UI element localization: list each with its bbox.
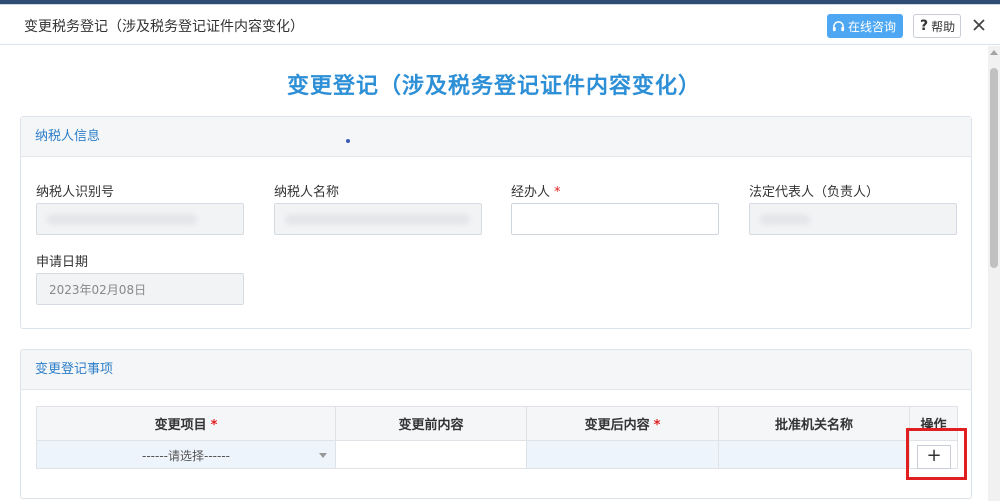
close-icon[interactable] — [968, 14, 990, 36]
change-items-heading: 变更登记事项 — [21, 350, 971, 390]
before-content-input[interactable] — [335, 440, 527, 469]
masked-value — [760, 214, 810, 225]
scroll-up-icon[interactable] — [990, 50, 998, 55]
change-item-select-value: ------请选择------ — [142, 449, 230, 463]
table-row: ------请选择------ + — [36, 440, 958, 469]
application-date-field: 2023年02月08日 — [36, 273, 244, 305]
change-item-select[interactable]: ------请选择------ — [36, 440, 336, 469]
required-mark: * — [653, 418, 661, 433]
dialog-title: 变更税务登记（涉及税务登记证件内容变化） — [24, 19, 304, 35]
help-button[interactable]: ? 帮助 — [913, 14, 961, 38]
highlight-box — [906, 428, 967, 480]
change-items-table: 变更项目 * 变更前内容 变更后内容 * 批准机关名称 操作 ------请选择--… — [36, 406, 958, 469]
application-date-label: 申请日期 — [36, 255, 89, 270]
col-before-content-label: 变更前内容 — [398, 418, 464, 433]
help-label: 帮助 — [931, 19, 956, 34]
after-content-input[interactable] — [526, 440, 719, 469]
legal-representative-label: 法定代表人（负责人） — [749, 185, 880, 200]
taxpayer-id-field — [36, 203, 244, 235]
taxpayer-name-label: 纳税人名称 — [274, 185, 340, 200]
page-title: 变更登记（涉及税务登记证件内容变化） — [286, 74, 701, 99]
change-registration-dialog: 变更税务登记（涉及税务登记证件内容变化） 在线咨询 ? 帮助 变更登记（涉及税务… — [0, 4, 1000, 501]
col-approval-authority: 批准机关名称 — [718, 406, 910, 441]
dialog-titlebar: 变更税务登记（涉及税务登记证件内容变化） 在线咨询 ? 帮助 — [0, 5, 1000, 45]
masked-value — [47, 214, 197, 225]
taxpayer-info-panel: 纳税人信息 纳税人识别号 纳税人名称 经办人 * 法定代表人（负责人） 申请日期 … — [20, 116, 972, 329]
cursor-dot — [346, 139, 350, 143]
online-consult-button[interactable]: 在线咨询 — [827, 14, 903, 38]
col-after-content-label: 变更后内容 — [584, 418, 650, 433]
required-mark: * — [554, 185, 561, 200]
legal-representative-field — [749, 203, 957, 235]
col-change-item: 变更项目 * — [36, 406, 336, 441]
vertical-scrollbar[interactable] — [988, 46, 1000, 501]
table-header-row: 变更项目 * 变更前内容 变更后内容 * 批准机关名称 操作 — [36, 406, 958, 441]
online-consult-label: 在线咨询 — [848, 19, 897, 34]
approval-authority-input[interactable] — [718, 440, 910, 469]
headset-icon — [832, 20, 845, 31]
col-approval-authority-label: 批准机关名称 — [774, 418, 853, 433]
caret-down-icon — [319, 453, 327, 458]
col-before-content: 变更前内容 — [335, 406, 527, 441]
masked-value — [285, 214, 470, 225]
col-after-content: 变更后内容 * — [526, 406, 719, 441]
dialog-content: 变更登记（涉及税务登记证件内容变化） 纳税人信息 纳税人识别号 纳税人名称 经办… — [0, 46, 988, 501]
taxpayer-name-field — [274, 203, 482, 235]
question-icon: ? — [920, 18, 929, 34]
handler-label-text: 经办人 — [511, 185, 551, 200]
application-date-value: 2023年02月08日 — [49, 283, 147, 297]
taxpayer-info-heading: 纳税人信息 — [21, 117, 971, 157]
change-items-panel: 变更登记事项 变更项目 * 变更前内容 变更后内容 * 批准机关名称 操作 --… — [20, 349, 972, 499]
handler-input[interactable] — [511, 203, 719, 235]
col-change-item-label: 变更项目 — [154, 418, 207, 433]
scroll-thumb[interactable] — [990, 68, 998, 268]
taxpayer-id-label: 纳税人识别号 — [36, 185, 115, 200]
handler-label: 经办人 * — [511, 181, 561, 200]
required-mark: * — [210, 418, 218, 433]
